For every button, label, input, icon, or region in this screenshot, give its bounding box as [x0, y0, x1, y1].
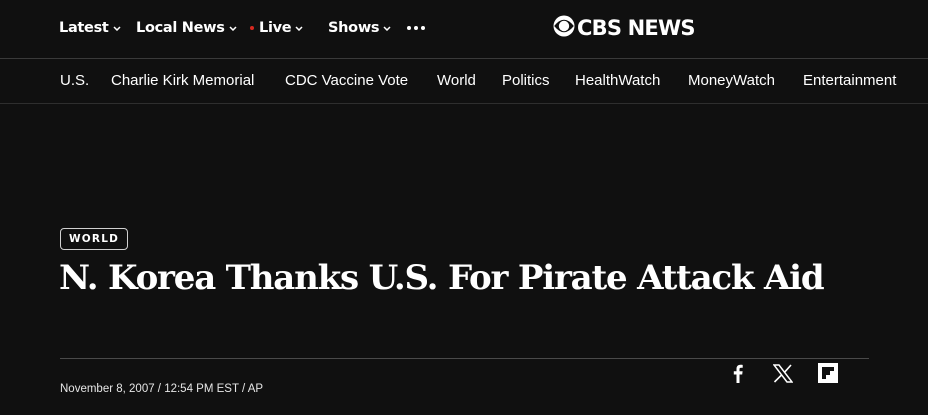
article-headline: N. Korea Thanks U.S. For Pirate Attack A… [59, 258, 825, 298]
nav-shows[interactable]: Shows [328, 18, 391, 38]
nav-latest[interactable]: Latest [59, 18, 121, 38]
nav-local-news[interactable]: Local News [136, 18, 237, 38]
chevron-down-icon [295, 25, 303, 31]
subnav-item-healthwatch[interactable]: HealthWatch [575, 72, 660, 89]
subnav-item-us[interactable]: U.S. [60, 72, 89, 89]
chevron-down-icon [229, 25, 237, 31]
subnav-divider [0, 103, 928, 104]
chevron-down-icon [383, 25, 391, 31]
category-badge[interactable]: WORLD [60, 228, 128, 250]
article-byline: November 8, 2007 / 12:54 PM EST / AP [60, 383, 264, 395]
top-navigation: Latest Local News Live Shows CBS NEWS [0, 0, 928, 58]
subnav-item-charlie-kirk-memorial[interactable]: Charlie Kirk Memorial [111, 72, 254, 89]
subnav-item-world[interactable]: World [437, 72, 476, 89]
facebook-icon[interactable] [730, 362, 746, 384]
live-dot-icon [250, 26, 254, 30]
logo-text: CBS NEWS [577, 16, 695, 40]
subnav-item-moneywatch[interactable]: MoneyWatch [688, 72, 775, 89]
more-dots-icon[interactable] [407, 26, 425, 30]
nav-latest-label: Latest [59, 20, 109, 36]
nav-local-news-label: Local News [136, 20, 225, 36]
flipboard-icon[interactable] [817, 362, 839, 384]
chevron-down-icon [113, 25, 121, 31]
nav-live-label: Live [259, 20, 292, 36]
nav-shows-label: Shows [328, 20, 380, 36]
section-navigation: U.S. Charlie Kirk Memorial CDC Vaccine V… [0, 59, 928, 103]
headline-rule [60, 358, 869, 359]
subnav-item-cdc-vaccine-vote[interactable]: CDC Vaccine Vote [285, 72, 408, 89]
subnav-item-politics[interactable]: Politics [502, 72, 550, 89]
subnav-item-entertainment[interactable]: Entertainment [803, 72, 896, 89]
nav-live[interactable]: Live [250, 18, 303, 38]
cbs-news-logo[interactable]: CBS NEWS [553, 15, 695, 41]
cbs-eye-icon [553, 15, 575, 42]
x-icon[interactable] [772, 362, 794, 384]
